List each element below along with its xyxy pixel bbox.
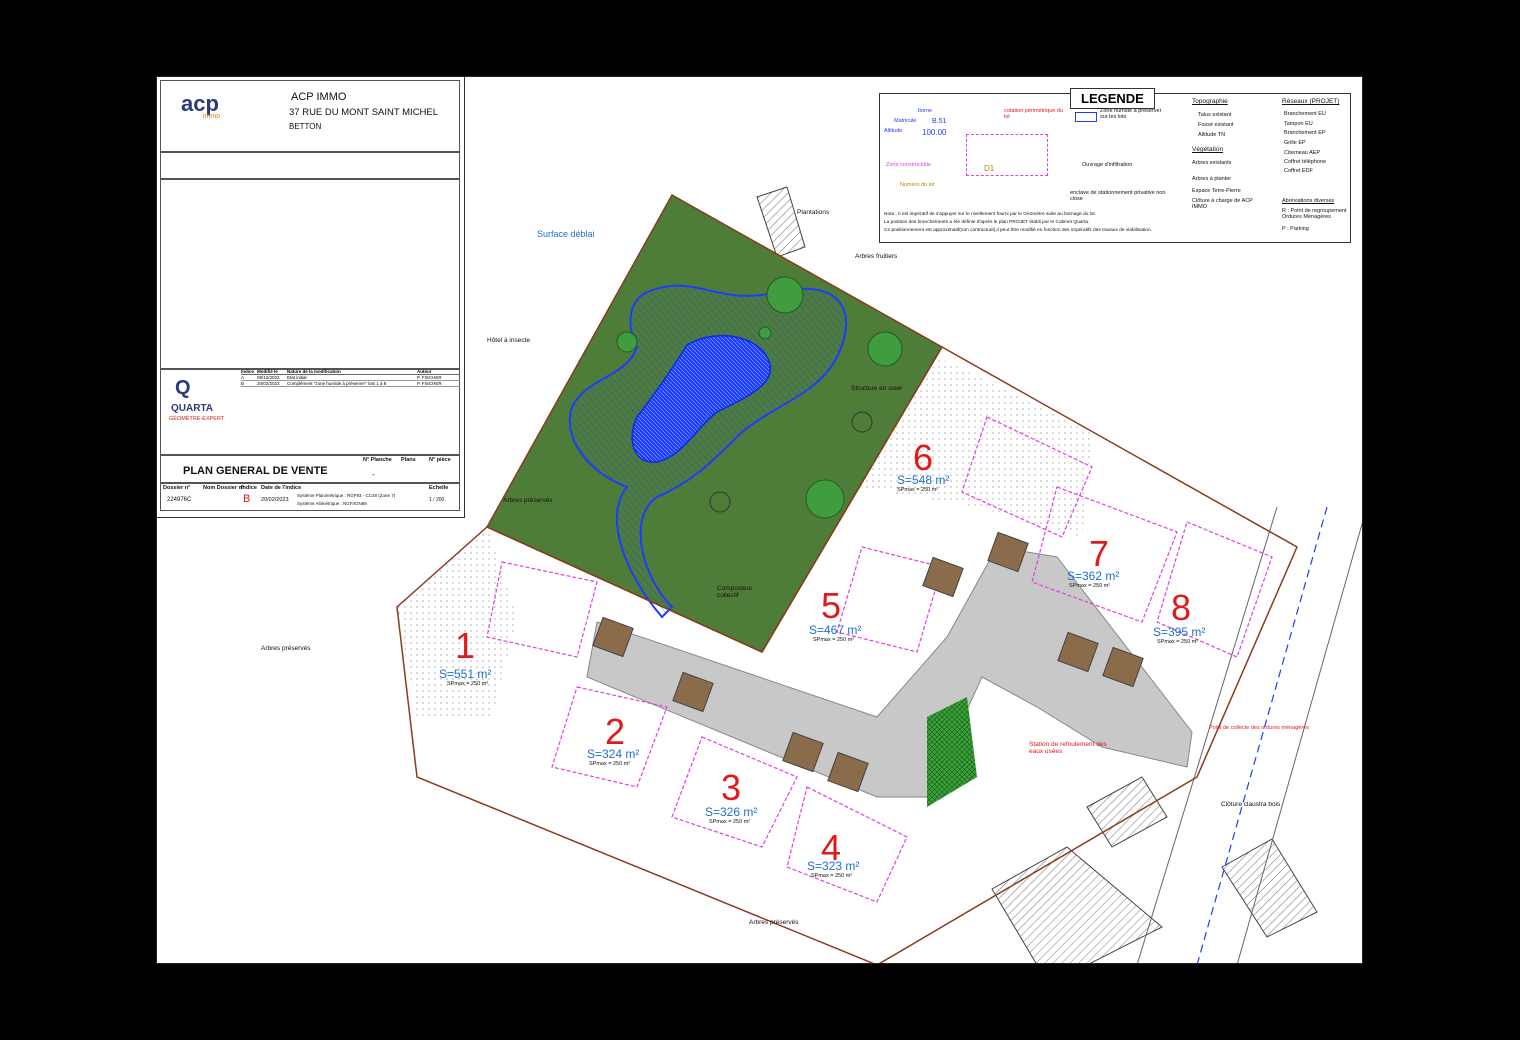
- parking-green: [927, 697, 977, 807]
- lot-1-dotted: [397, 527, 517, 717]
- dossier-number: 224976C: [167, 497, 192, 503]
- date: 20/02/2023: [261, 497, 289, 503]
- legend-note-3: Ce positionnement est approximatif(non c…: [884, 228, 1152, 233]
- blank-box-2: [160, 179, 460, 369]
- revision-table: Indice Modifié le Nature de la modificat…: [241, 369, 460, 387]
- label-arbres-preserves-2: Arbres préservés: [261, 645, 311, 652]
- revision-row: B 20/02/2023 Complément "zone humide à p…: [241, 381, 460, 387]
- label-arbres-fruitiers: Arbres fruitiers: [855, 253, 898, 260]
- label-station: Station de refoulement des eaux usées: [1029, 741, 1107, 755]
- quarta-sub: GÉOMÈTRE-EXPERT: [169, 416, 225, 422]
- plan-title: PLAN GENERAL DE VENTE: [183, 465, 328, 477]
- legend-note-2: La position des branchements a été défin…: [884, 220, 1090, 225]
- client-name: ACP IMMO: [291, 91, 347, 103]
- title-block: acp immo ACP IMMO 37 RUE DU MONT SAINT M…: [157, 77, 465, 518]
- label-cloture-claustra: Clôture claustra bois: [1221, 801, 1281, 808]
- legend: LEGENDE borne Matricule Altitude B.51 10…: [879, 88, 1351, 243]
- label-arbres-preserves-3: Arbres préservés: [749, 919, 799, 926]
- label-plantations: Plantations: [797, 209, 830, 216]
- legend-title: LEGENDE: [1070, 88, 1155, 109]
- scale: 1 / 200: [429, 497, 445, 503]
- label-hotel-insecte: Hôtel à insecte: [487, 337, 530, 344]
- systeme-plani: Système Planimétrique : RGF93 - CC48 (Zo…: [297, 493, 396, 498]
- label-structure-osier: Structure en osier: [851, 385, 903, 392]
- blank-box-1: [160, 152, 460, 179]
- client-address: 37 RUE DU MONT SAINT MICHEL: [289, 107, 439, 118]
- indice: B: [243, 493, 251, 505]
- acp-logo-sub: immo: [203, 113, 221, 120]
- legend-note-1: Nota : Il est impératif de s'appuyer sur…: [884, 212, 1097, 217]
- client-city: BETTON: [289, 122, 322, 131]
- quarta-name: QUARTA: [171, 403, 214, 414]
- systeme-alti: Système Altimétrique : NGF/IGN69: [297, 501, 367, 506]
- zone-humide-swatch: [1075, 112, 1097, 122]
- label-arbres-preserves-1: Arbres préservés: [503, 497, 553, 504]
- label-surface-deblai: Surface déblai: [537, 229, 595, 239]
- label-point-collecte: Point de collecte des ordures ménagères: [1209, 725, 1309, 731]
- quarta-q-icon: Q: [175, 377, 191, 399]
- label-composteur: Composteur collectif: [717, 585, 753, 599]
- sample-zone: [966, 134, 1048, 176]
- plan-sheet: acp immo ACP IMMO 37 RUE DU MONT SAINT M…: [156, 76, 1363, 964]
